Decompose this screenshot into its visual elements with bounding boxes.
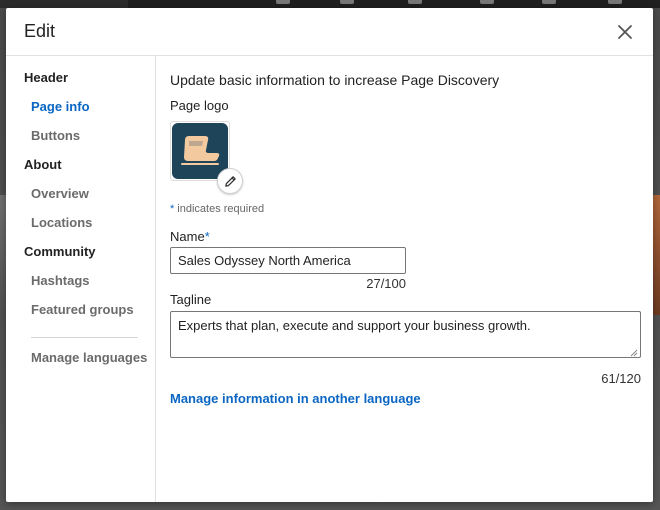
sidebar-item-overview[interactable]: Overview [6, 184, 155, 213]
sidebar-item-locations[interactable]: Locations [6, 213, 155, 242]
manage-language-link[interactable]: Manage information in another language [170, 391, 421, 406]
sidebar-item-page-info[interactable]: Page info [6, 97, 155, 126]
required-star: * [170, 203, 175, 215]
close-icon [618, 24, 632, 39]
background-photo [652, 195, 660, 315]
nav-divider [31, 337, 138, 338]
edit-modal: Edit Header Page info Buttons About Over… [6, 8, 653, 502]
required-note-text: indicates required [177, 203, 265, 215]
sidebar-nav: Header Page info Buttons About Overview … [6, 56, 156, 502]
pencil-icon [224, 175, 236, 187]
name-char-counter: 27/100 [366, 276, 406, 291]
sidebar-item-hashtags[interactable]: Hashtags [6, 271, 155, 300]
required-note: * indicates required [170, 203, 641, 215]
page-info-form: Update basic information to increase Pag… [156, 56, 653, 502]
modal-body: Header Page info Buttons About Overview … [6, 56, 653, 502]
sidebar-item-featured-groups[interactable]: Featured groups [6, 300, 155, 329]
name-label-text: Name [170, 229, 205, 244]
logo-label: Page logo [170, 98, 229, 113]
resize-grip-icon[interactable] [629, 348, 638, 357]
page-logo[interactable] [170, 121, 243, 194]
ship-logo-icon [172, 123, 228, 179]
tagline-char-counter: 61/120 [601, 371, 641, 386]
modal-header: Edit [6, 8, 653, 56]
background-topbar [128, 0, 660, 8]
sidebar-item-manage-languages[interactable]: Manage languages [6, 348, 155, 377]
close-button[interactable] [611, 18, 639, 46]
modal-title: Edit [24, 21, 56, 41]
name-input[interactable] [170, 247, 406, 274]
tagline-textarea[interactable]: Experts that plan, execute and support y… [170, 311, 641, 358]
tagline-label: Tagline [170, 292, 212, 307]
nav-heading-about: About [24, 157, 62, 172]
form-intro: Update basic information to increase Pag… [170, 72, 500, 88]
nav-heading-header: Header [24, 70, 69, 85]
name-required-star: * [204, 229, 210, 244]
name-label: Name* [170, 229, 641, 244]
nav-heading-community: Community [24, 244, 96, 259]
edit-logo-button[interactable] [217, 168, 243, 194]
sidebar-item-buttons[interactable]: Buttons [6, 126, 155, 155]
